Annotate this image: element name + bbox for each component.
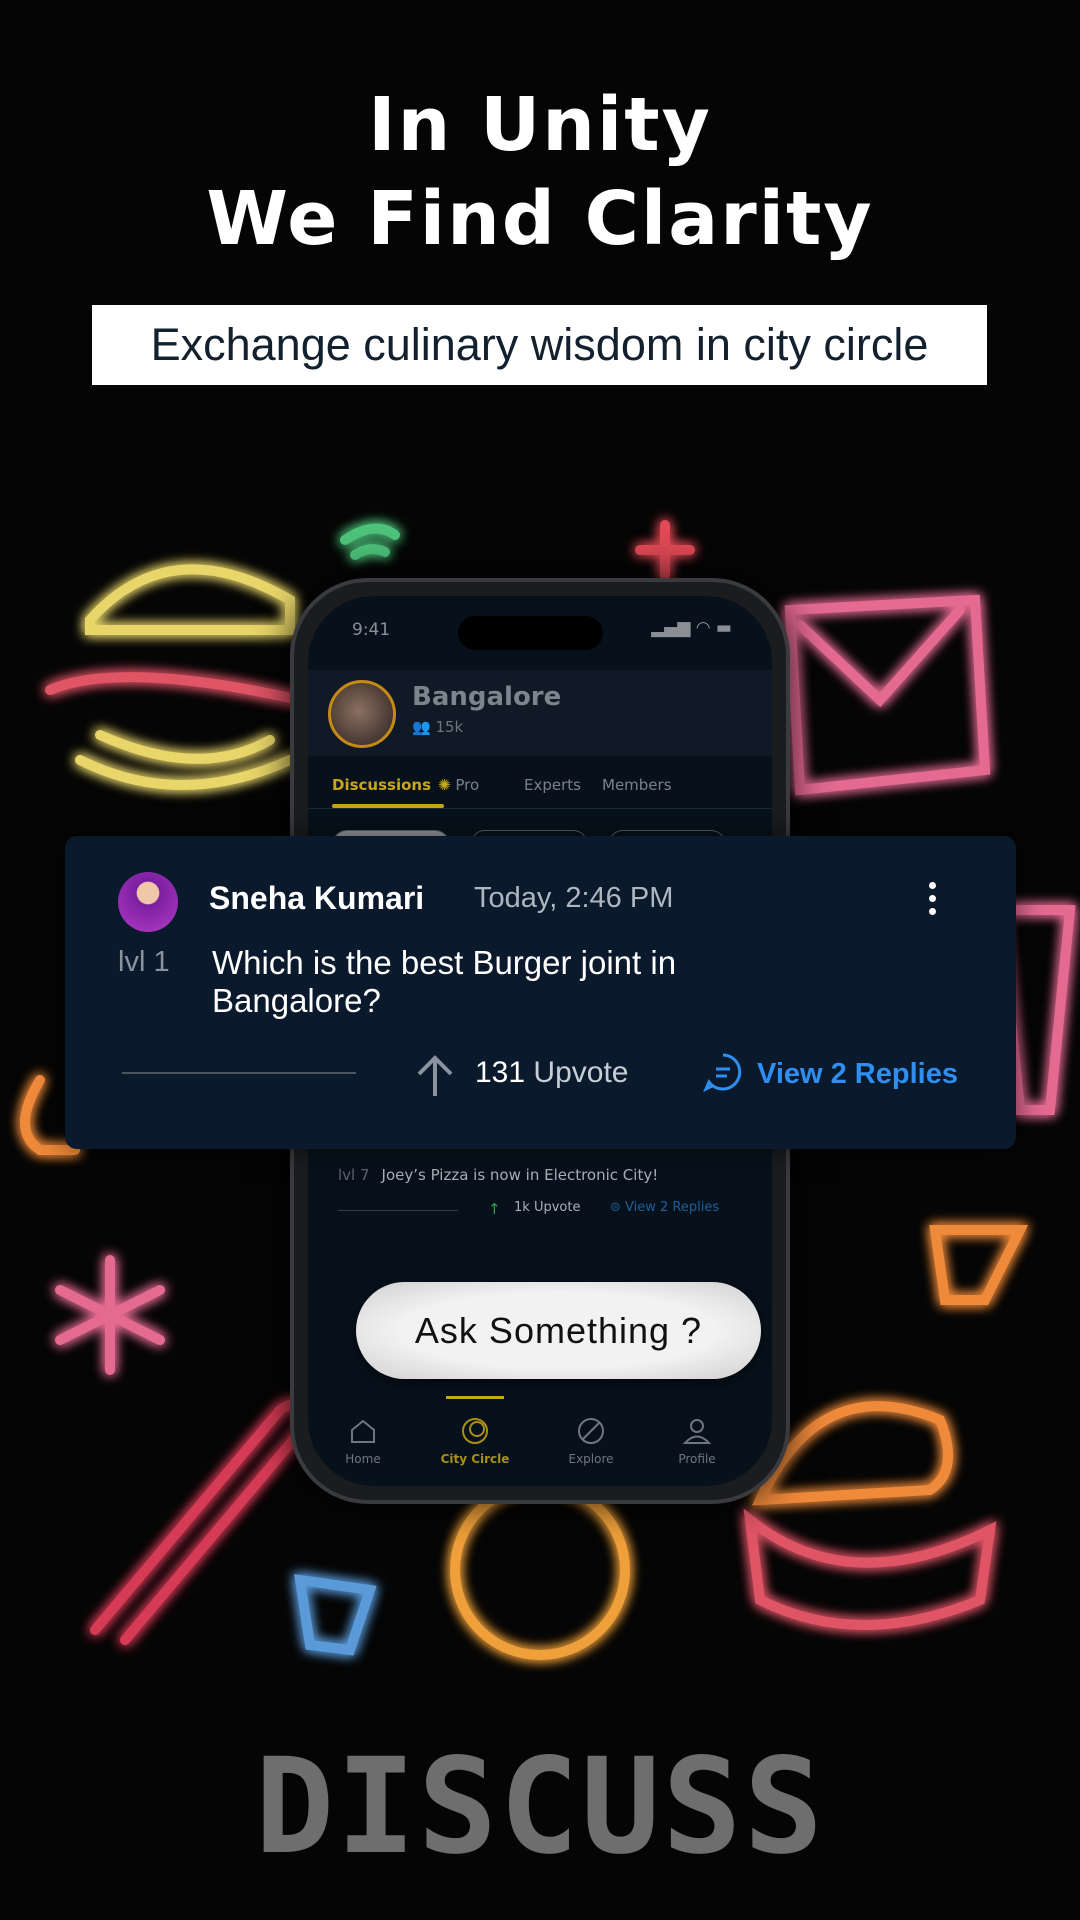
home-icon: [351, 1419, 375, 1443]
neon-donut-icon: [450, 1480, 630, 1660]
chat-bubble-icon[interactable]: [703, 1052, 743, 1092]
subtitle-banner: Exchange culinary wisdom in city circle: [92, 305, 987, 385]
upvote-arrow-icon[interactable]: [415, 1054, 455, 1098]
chat-bubble-icon: ⊜: [610, 1200, 626, 1215]
divider: [122, 1072, 356, 1074]
ask-something-button[interactable]: Ask Something ?: [356, 1282, 761, 1379]
neon-star-blue-icon: [294, 1574, 377, 1656]
post-timestamp: Today, 2:46 PM: [474, 882, 674, 914]
footer-wordmark: DISCUSS: [254, 1730, 826, 1884]
city-header: Bangalore 👥 15k: [308, 670, 772, 756]
city-name: Bangalore: [412, 682, 562, 712]
tab-discussions[interactable]: Discussions: [332, 776, 431, 794]
upvote-arrow-icon[interactable]: ↑: [488, 1200, 501, 1218]
status-time: 9:41: [352, 620, 391, 640]
pro-badge-icon: ✺: [438, 776, 456, 794]
more-options-icon[interactable]: [929, 882, 941, 921]
neon-asterisk-icon: [55, 1255, 165, 1375]
city-circle-icon: [462, 1418, 488, 1444]
nav-home[interactable]: Home: [318, 1416, 408, 1466]
neon-burger-icon: [45, 564, 305, 790]
member-count: 👥 15k: [412, 718, 464, 736]
profile-icon: [682, 1419, 712, 1444]
upvote-count: 1k Upvote: [514, 1200, 581, 1215]
view-replies-link[interactable]: ⊜ View 2 Replies: [610, 1200, 719, 1215]
author-name[interactable]: Sneha Kumari: [209, 880, 424, 917]
members-icon: 👥: [412, 718, 436, 736]
neon-plus-icon: [635, 520, 695, 580]
view-replies-link[interactable]: View 2 Replies: [757, 1058, 958, 1091]
featured-post-card: Sneha Kumari Today, 2:46 PM lvl 1 Which …: [65, 836, 1016, 1149]
active-tab-indicator: [332, 804, 444, 808]
neon-hotdog-icon: [90, 1399, 316, 1645]
user-level: lvl 1: [118, 946, 170, 978]
status-icons: ▂▄▆ ◠ ▬: [651, 618, 732, 638]
nav-profile[interactable]: Profile: [652, 1416, 742, 1466]
list-item: lvl 7 Joey’s Pizza is now in Electronic C…: [338, 1166, 720, 1218]
city-avatar[interactable]: [328, 680, 396, 748]
neon-envelope-icon: [784, 594, 991, 796]
nav-explore[interactable]: Explore: [546, 1416, 636, 1466]
nav-city-circle[interactable]: City Circle: [430, 1416, 520, 1466]
explore-icon: [578, 1418, 604, 1444]
upvote-count: 131 Upvote: [475, 1056, 629, 1089]
avatar[interactable]: [118, 872, 178, 932]
tab-pro[interactable]: ✺ Pro: [438, 776, 479, 794]
tab-divider: [308, 808, 772, 809]
post-question: Which is the best Burger joint in Bangal…: [212, 944, 677, 1019]
dynamic-island: [458, 616, 603, 650]
tab-experts[interactable]: Experts: [524, 776, 581, 794]
tab-members[interactable]: Members: [602, 776, 672, 794]
neon-star-icon: [929, 1225, 1029, 1305]
headline: In Unity We Find Clarity: [206, 82, 874, 262]
neon-wifi-icon: [340, 523, 400, 560]
divider: [338, 1210, 458, 1211]
nav-active-indicator: [446, 1396, 504, 1399]
